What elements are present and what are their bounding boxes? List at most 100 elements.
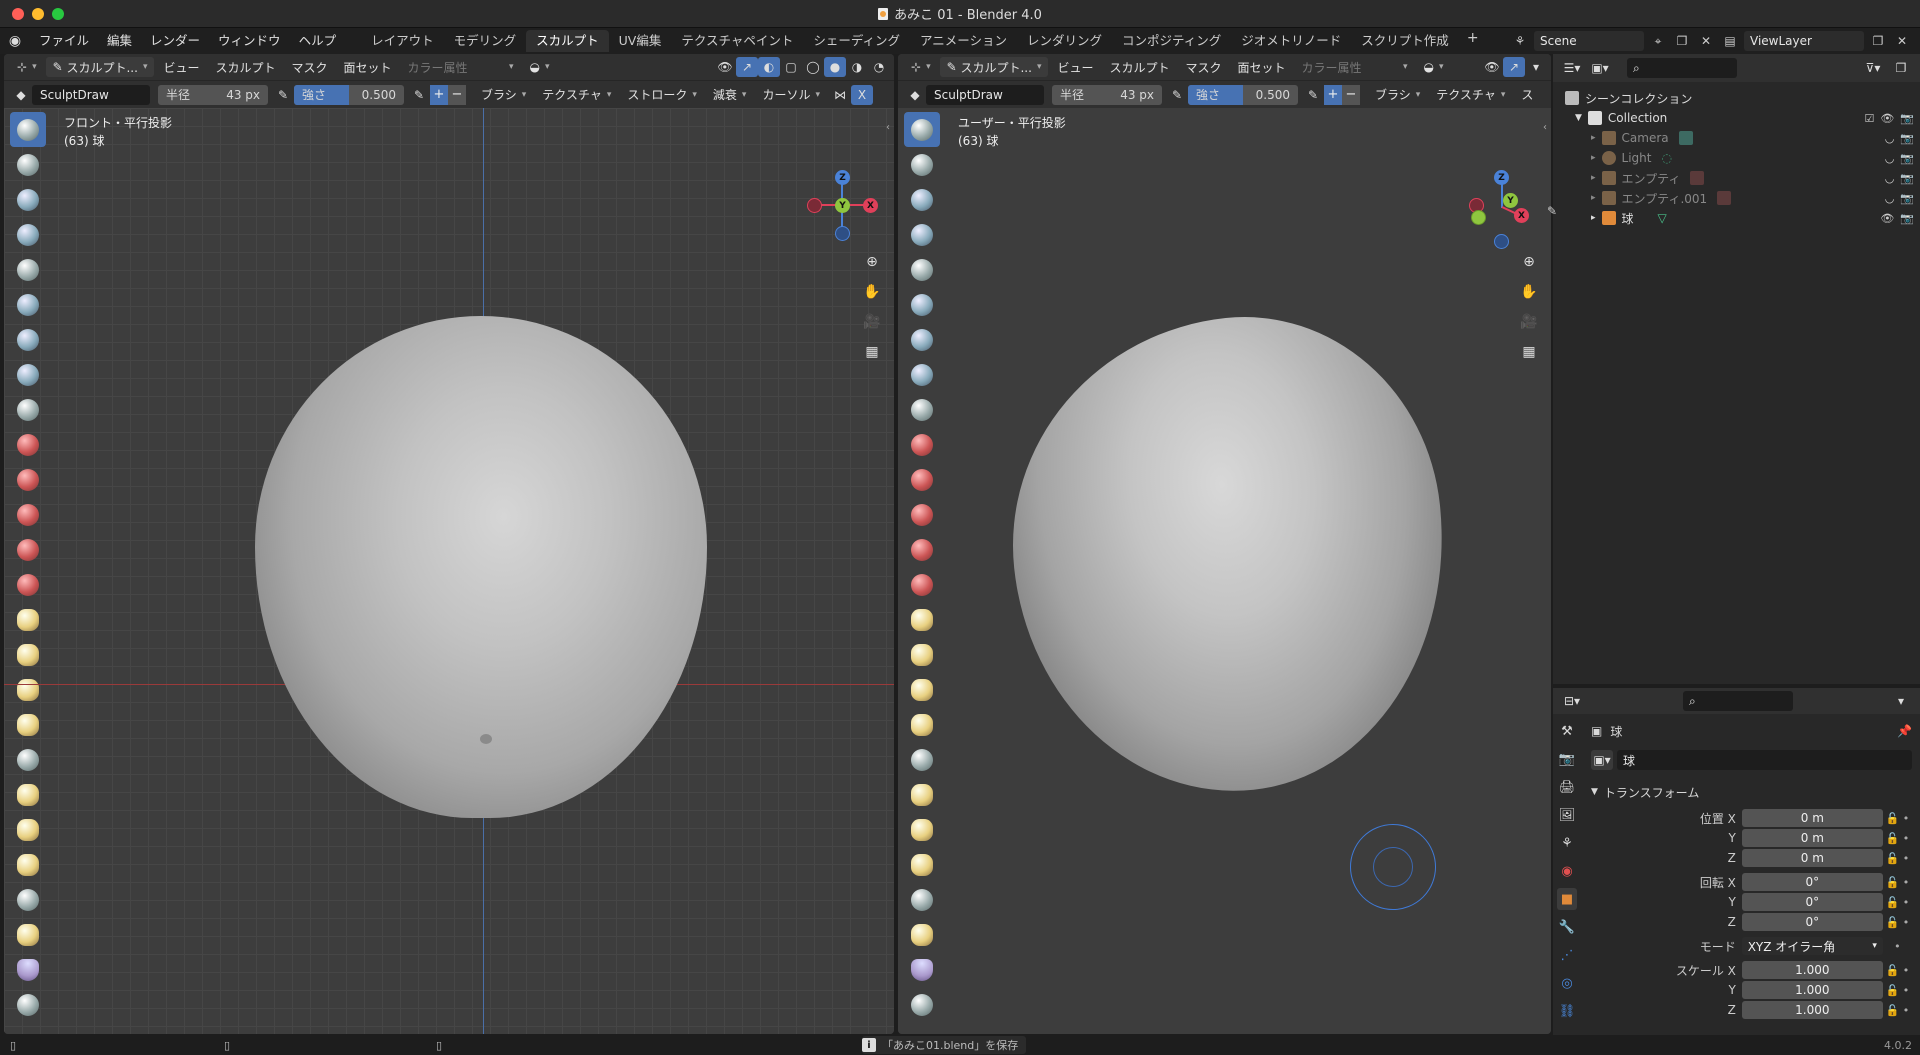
lock-icon[interactable]: 🔓 • (1883, 832, 1912, 845)
texture-dropdown[interactable]: テクスチャ ▾ (535, 85, 618, 105)
lock-icon[interactable]: 🔓 • (1883, 1004, 1912, 1017)
lock-icon[interactable]: 🔓 • (1883, 984, 1912, 997)
particles-tab-icon[interactable]: ⋰ (1557, 944, 1577, 966)
gizmo-y-axis[interactable]: Y (1503, 193, 1518, 208)
scene-tab-icon[interactable]: ⚘ (1557, 832, 1577, 854)
rotation-mode-dropdown[interactable]: XYZ オイラー角 ▾ (1741, 937, 1883, 955)
tab-shading[interactable]: シェーディング (803, 30, 910, 52)
strength-pressure-icon[interactable]: ✎ (408, 85, 430, 105)
material-shading-icon[interactable]: ◑ (846, 57, 868, 77)
tool-grab[interactable] (904, 637, 940, 672)
gizmo-neg-y-axis[interactable] (1471, 210, 1486, 225)
camera-icon[interactable]: 📷 (1900, 152, 1914, 165)
location-x-field[interactable]: 0 m (1741, 809, 1883, 827)
sidebar-toggle-icon[interactable]: ‹ (886, 122, 890, 133)
delete-scene-icon[interactable]: ✕ (1696, 31, 1716, 51)
tool-flatten[interactable] (10, 462, 46, 497)
menu-window[interactable]: ウィンドウ (209, 28, 290, 54)
tool-pose[interactable] (10, 777, 46, 812)
gizmo-neg-x-axis[interactable] (807, 198, 822, 213)
gizmo-y-axis[interactable]: Y (835, 198, 850, 213)
rendered-shading-icon[interactable]: ◔ (868, 57, 890, 77)
rotation-x-field[interactable]: 0° (1741, 873, 1883, 891)
sidebar-toggle-icon[interactable]: ‹ (1543, 122, 1547, 133)
radius-slider[interactable]: 半径 43 px (1052, 84, 1162, 105)
falloff-dropdown[interactable]: 減衰 ▾ (706, 85, 754, 105)
tool-clay[interactable] (904, 182, 940, 217)
close-window-button[interactable] (12, 8, 24, 20)
transform-section-header[interactable]: ▼ トランスフォーム (1591, 780, 1912, 804)
blender-logo-icon[interactable]: ◉ (0, 33, 30, 49)
hidden-eye-icon[interactable]: ◡ (1885, 132, 1895, 145)
expand-arrow-icon[interactable]: ▸ (1591, 173, 1596, 183)
tool-scrape[interactable] (904, 532, 940, 567)
options-dropdown-icon[interactable]: ▾ (1890, 691, 1912, 711)
lock-icon[interactable]: 🔓 • (1883, 964, 1912, 977)
tab-geometry-nodes[interactable]: ジオメトリノード (1231, 30, 1351, 52)
outliner-editor-type-icon[interactable]: ☰▾ (1561, 58, 1583, 78)
menu-sculpt[interactable]: スカルプト (1102, 57, 1176, 77)
tool-pose[interactable] (904, 777, 940, 812)
cursor-dropdown[interactable]: カーソル ▾ (755, 85, 827, 105)
editor-type-button[interactable]: ⊹ ▾ (10, 57, 44, 77)
tool-thumb[interactable] (904, 742, 940, 777)
camera-icon[interactable]: 📷 (1900, 132, 1914, 145)
tab-scripting[interactable]: スクリプト作成 (1351, 30, 1459, 52)
collection-row[interactable]: ▼ Collection ☑ 👁 📷 (1565, 108, 1920, 128)
strength-pressure-icon[interactable]: ✎ (1302, 85, 1324, 105)
gizmo-x-axis[interactable]: X (1514, 208, 1529, 223)
direction-subtract-button[interactable]: − (1342, 84, 1360, 105)
expand-arrow-icon[interactable]: ▸ (1591, 133, 1596, 143)
menu-render[interactable]: レンダー (141, 28, 209, 54)
gizmo-z-axis[interactable]: Z (835, 170, 850, 185)
display-mode-icon[interactable]: ▣▾ (1589, 58, 1611, 78)
gizmo-neg-z-axis[interactable] (1494, 234, 1509, 249)
expand-arrow-icon[interactable]: ▸ (1591, 153, 1596, 163)
tool-fill[interactable] (10, 497, 46, 532)
radius-pressure-icon[interactable]: ✎ (1166, 85, 1188, 105)
radius-slider[interactable]: 半径 43 px (158, 84, 268, 105)
radius-pressure-icon[interactable]: ✎ (272, 85, 294, 105)
tool-pinch[interactable] (904, 602, 940, 637)
xray-icon[interactable]: ▢ (780, 57, 802, 77)
camera-icon[interactable]: 📷 (1900, 212, 1914, 225)
rotation-y-field[interactable]: 0° (1741, 893, 1883, 911)
view-layer-tab-icon[interactable]: 🖼 (1557, 804, 1577, 826)
tool-thumb[interactable] (10, 742, 46, 777)
expand-arrow-icon[interactable]: ▸ (1591, 193, 1596, 203)
menu-mask[interactable]: マスク (285, 57, 335, 77)
tool-rotate[interactable] (10, 847, 46, 882)
wireframe-shading-icon[interactable]: ◯ (802, 57, 824, 77)
expand-arrow-icon[interactable]: ▸ (1591, 213, 1596, 223)
tool-pinch[interactable] (10, 602, 46, 637)
expand-arrow-icon[interactable]: ▼ (1575, 113, 1582, 123)
mode-selector[interactable]: ✎ スカルプト... ▾ (939, 57, 1049, 77)
viewlayer-icon[interactable]: ▤ (1720, 31, 1740, 51)
gizmo-neg-z-axis[interactable] (835, 226, 850, 241)
tab-layout[interactable]: レイアウト (361, 30, 444, 52)
mode-selector[interactable]: ✎ スカルプト... ▾ (45, 57, 155, 77)
tool-grab[interactable] (10, 637, 46, 672)
collapse-arrow-icon[interactable]: ▼ (1591, 787, 1598, 797)
pin-icon[interactable]: ⌖ (1648, 31, 1668, 51)
menu-view[interactable]: ビュー (156, 57, 206, 77)
new-collection-icon[interactable]: ❐ (1890, 58, 1912, 78)
outliner-item-empty[interactable]: ▸ エンプティ ◡ 📷 (1565, 168, 1920, 188)
solid-shading-icon[interactable]: ● (824, 57, 846, 77)
tool-rotate[interactable] (904, 847, 940, 882)
lock-icon[interactable]: 🔓 • (1883, 916, 1912, 929)
lock-icon[interactable]: 🔓 • (1883, 876, 1912, 889)
hidden-eye-icon[interactable]: ◡ (1885, 192, 1895, 205)
tool-multiplane-scrape[interactable] (904, 567, 940, 602)
filter-icon[interactable]: ⊽▾ (1862, 58, 1884, 78)
zoom-icon[interactable]: ⊕ (1517, 250, 1541, 274)
color-attribute-dropdown[interactable]: カラー属性 ▾ (401, 57, 521, 77)
direction-add-button[interactable]: + (430, 84, 448, 105)
outliner-search-input[interactable]: ⌕ (1627, 58, 1737, 78)
tool-boundary[interactable] (10, 917, 46, 952)
location-y-field[interactable]: 0 m (1741, 829, 1883, 847)
object-tab-icon[interactable]: ■ (1557, 888, 1577, 910)
tool-draw-sharp[interactable] (904, 147, 940, 182)
strength-slider[interactable]: 強さ 0.500 (294, 84, 404, 105)
tool-inflate[interactable] (904, 322, 940, 357)
